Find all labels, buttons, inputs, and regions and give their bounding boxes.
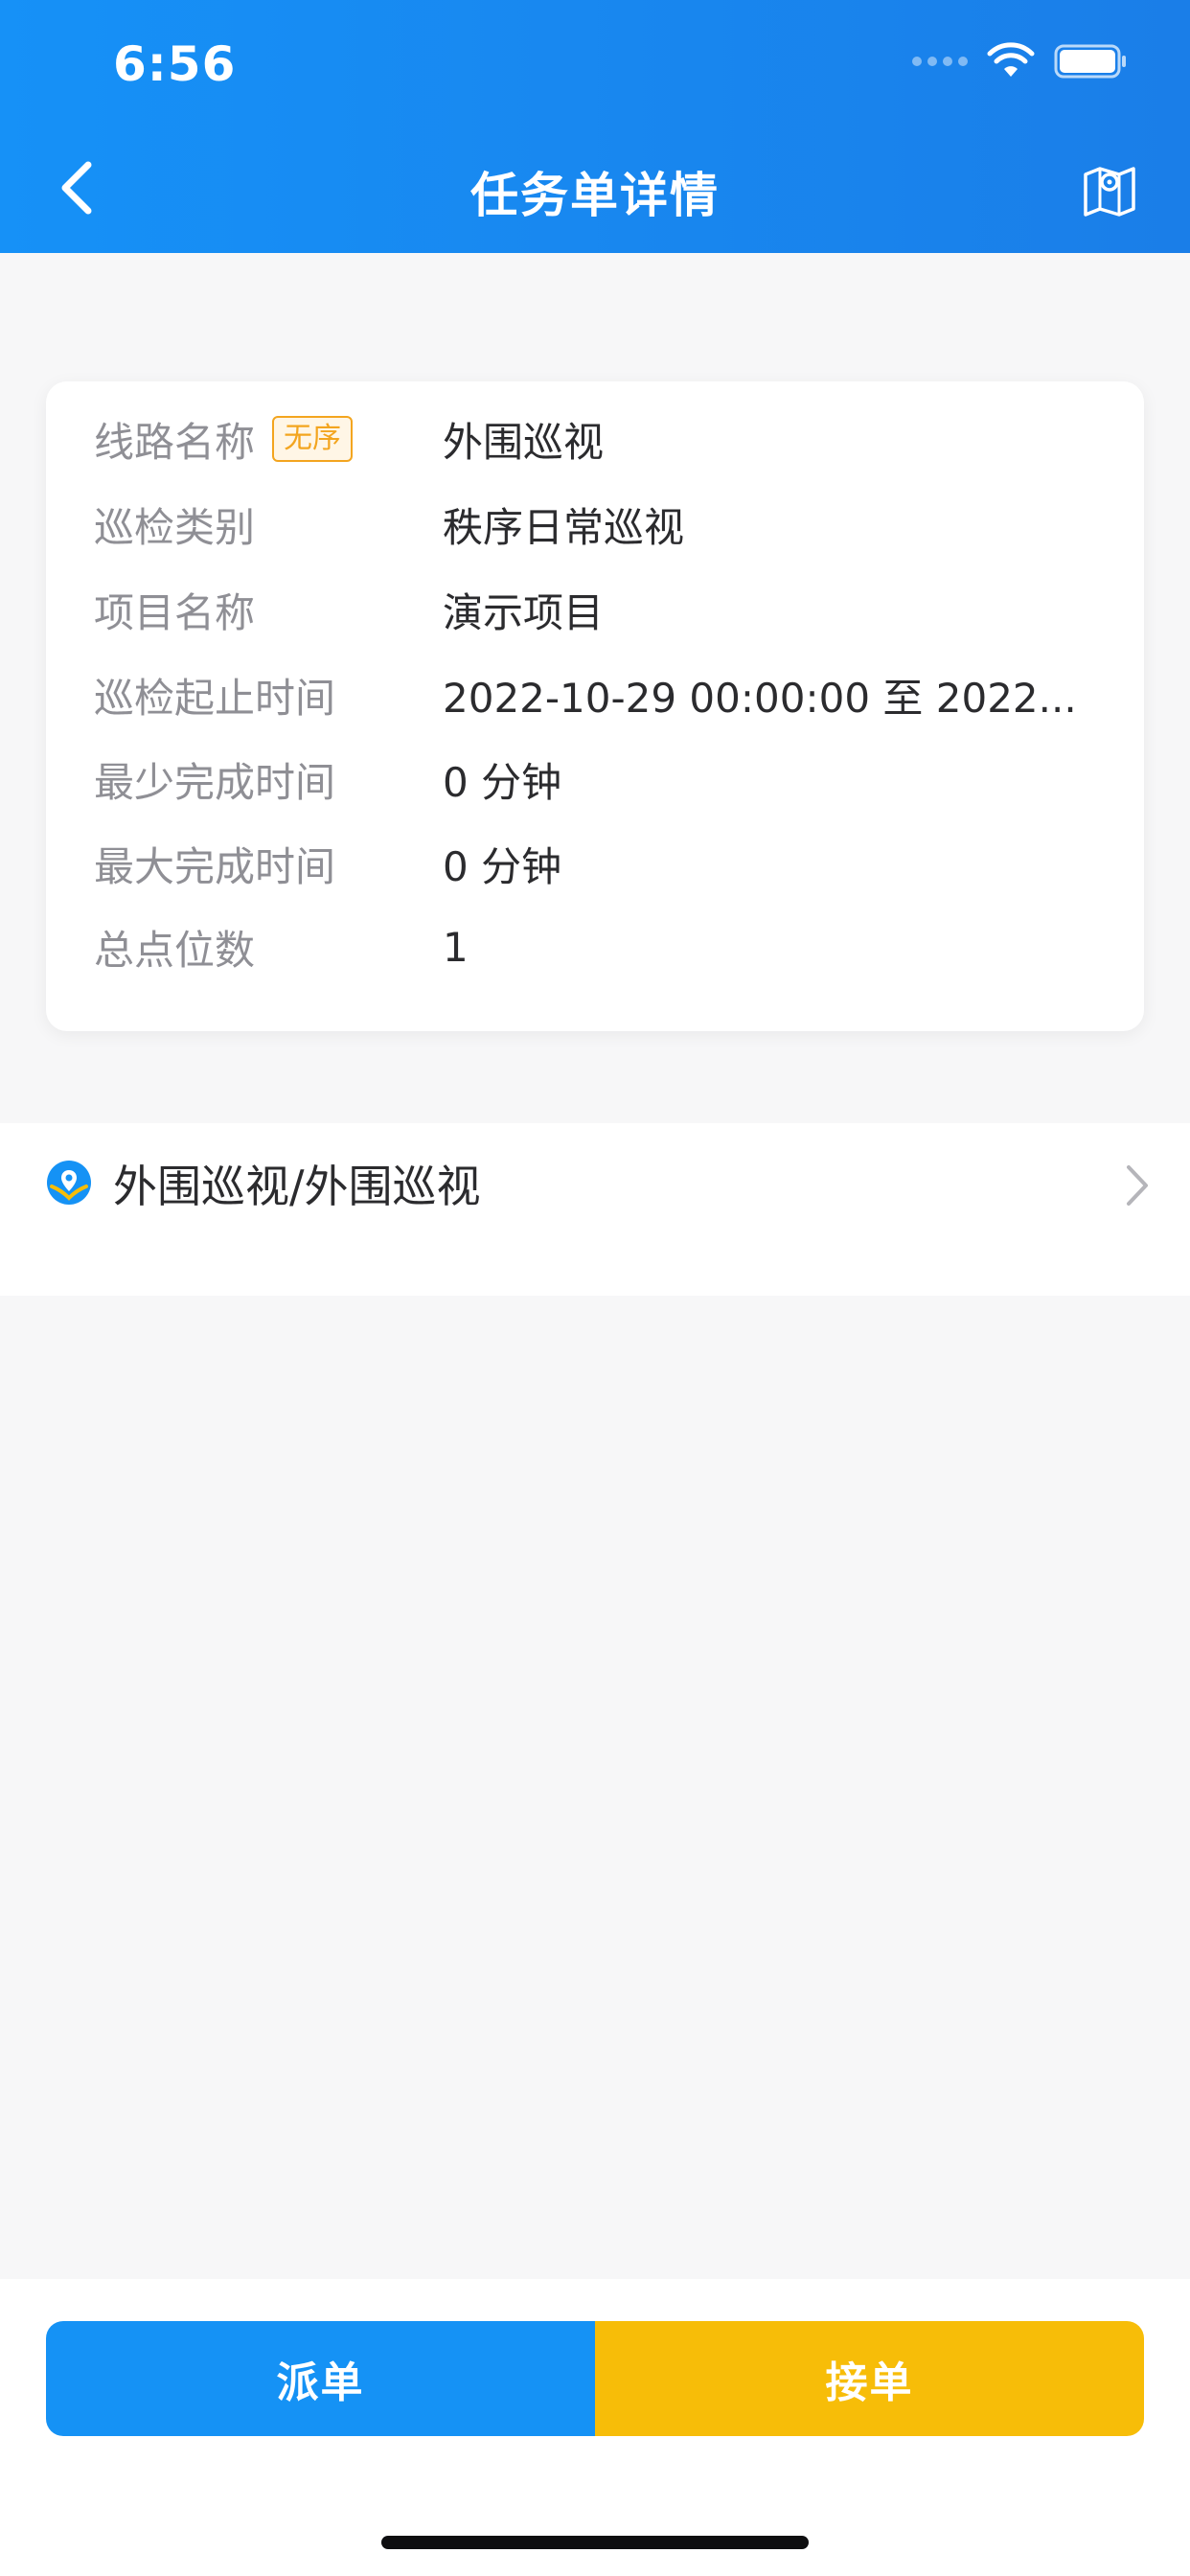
info-label: 巡检类别 — [94, 503, 256, 551]
chevron-right-icon — [1127, 1165, 1148, 1206]
map-button[interactable] — [1079, 159, 1140, 220]
info-label: 项目名称 — [94, 588, 256, 636]
info-row-time-range: 巡检起止时间 2022-10-29 00:00:00 至 2022... — [94, 666, 1106, 724]
info-label: 巡检起止时间 — [94, 674, 336, 722]
task-info-card: 线路名称 无序 外围巡视 巡检类别 秩序日常巡视 项目名称 演示项目 巡检起止时… — [46, 381, 1144, 1031]
info-value: 0 分钟 — [443, 842, 562, 890]
home-indicator — [381, 2536, 809, 2549]
info-label: 线路名称 — [94, 418, 256, 466]
route-label: 外围巡视/外围巡视 — [113, 1161, 481, 1212]
action-button-group: 派单 接单 — [46, 2321, 1144, 2436]
info-value: 外围巡视 — [443, 418, 605, 466]
bottom-action-bar: 派单 接单 — [0, 2279, 1190, 2576]
route-list-item[interactable]: 外围巡视/外围巡视 — [0, 1123, 1190, 1296]
info-value: 2022-10-29 00:00:00 至 2022... — [443, 674, 1077, 722]
dispatch-button[interactable]: 派单 — [46, 2321, 595, 2436]
info-row-point-count: 总点位数 1 — [94, 918, 1106, 976]
info-value: 0 分钟 — [443, 758, 562, 806]
accept-button[interactable]: 接单 — [595, 2321, 1144, 2436]
info-row-project-name: 项目名称 演示项目 — [94, 581, 1106, 638]
info-row-inspection-type: 巡检类别 秩序日常巡视 — [94, 495, 1106, 553]
info-value: 演示项目 — [443, 588, 605, 636]
nav-header: 6:56 任务单详情 — [0, 0, 1190, 253]
status-time: 6:56 — [113, 36, 237, 92]
battery-icon — [1054, 44, 1126, 79]
status-indicators — [912, 42, 1129, 80]
map-icon — [1084, 167, 1135, 217]
info-label: 最大完成时间 — [94, 842, 336, 890]
order-tag-badge: 无序 — [272, 416, 354, 462]
info-value: 秩序日常巡视 — [443, 503, 685, 551]
info-value: 1 — [443, 923, 469, 971]
wifi-icon — [987, 42, 1035, 77]
location-pin-icon — [47, 1161, 91, 1205]
info-label: 最少完成时间 — [94, 758, 336, 806]
info-label: 总点位数 — [94, 926, 256, 974]
signal-icon — [912, 57, 968, 66]
info-row-route-name: 线路名称 无序 外围巡视 — [94, 410, 1106, 468]
info-row-min-time: 最少完成时间 0 分钟 — [94, 750, 1106, 808]
info-row-max-time: 最大完成时间 0 分钟 — [94, 835, 1106, 892]
page-title: 任务单详情 — [470, 168, 720, 223]
screen: 6:56 任务单详情 线路名称 无序 外围巡视 巡检类别 秩序日常巡视 项目名称… — [0, 0, 1190, 2576]
